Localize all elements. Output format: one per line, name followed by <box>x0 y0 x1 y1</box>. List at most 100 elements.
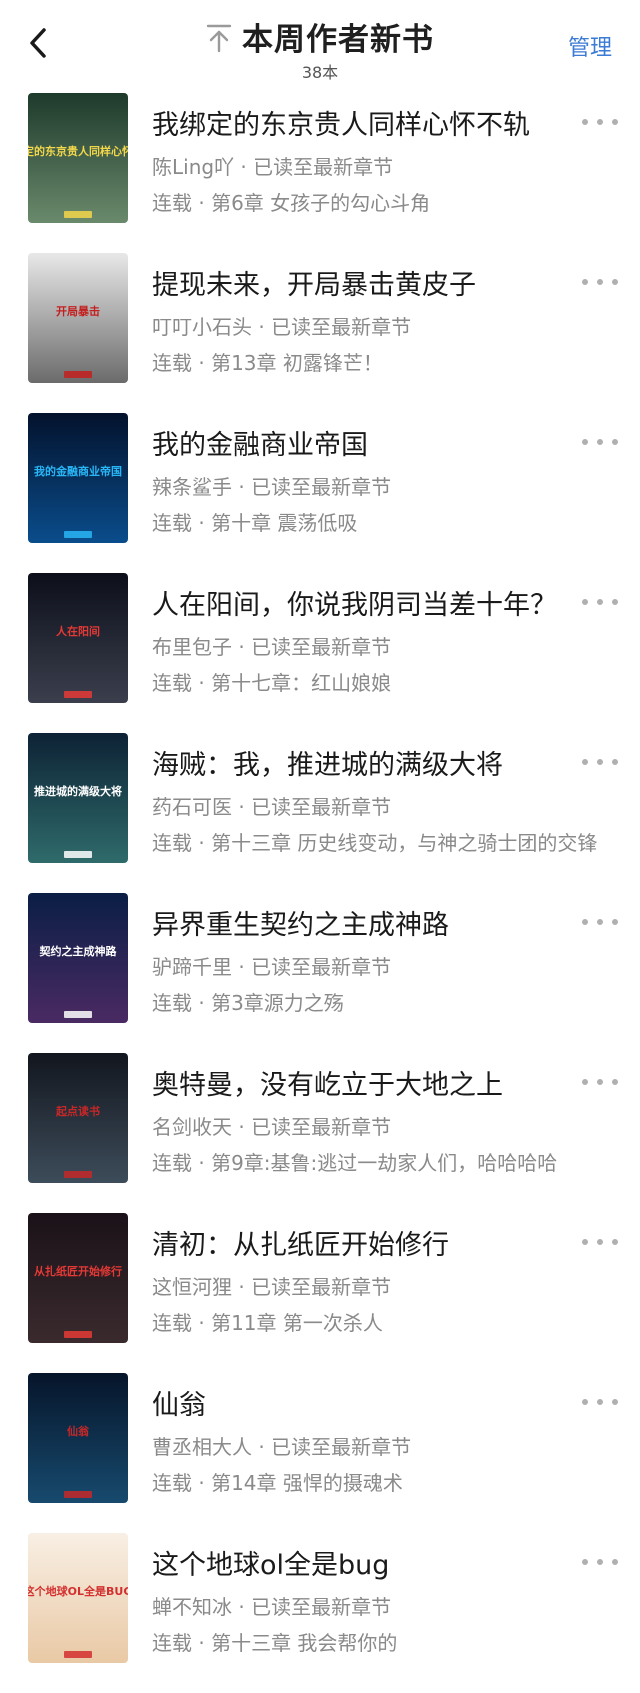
book-title[interactable]: 提现未来，开局暴击黄皮子 <box>152 263 562 302</box>
book-latest-chapter: 连载 · 第十三章 历史线变动，与神之骑士团的交锋 <box>152 827 610 856</box>
dot <box>612 919 618 925</box>
book-cover[interactable]: 我绑定的东京贵人同样心怀不轨 <box>28 93 128 223</box>
more-horizontal-icon[interactable] <box>582 595 618 609</box>
book-meta: 辣条鲨手 · 已读至最新章节 <box>152 471 582 500</box>
book-list-item[interactable]: 我绑定的东京贵人同样心怀不轨 我绑定的东京贵人同样心怀不轨 陈Ling吖 · 已… <box>0 93 640 253</box>
book-meta: 叮叮小石头 · 已读至最新章节 <box>152 311 582 340</box>
more-horizontal-icon[interactable] <box>582 1235 618 1249</box>
book-cover-image: 起点读书 <box>28 1053 128 1183</box>
dot <box>597 1239 603 1245</box>
read-progress: 已读至最新章节 <box>251 1115 392 1139</box>
arrow-up-to-line-icon[interactable] <box>206 20 232 54</box>
book-list-item[interactable]: 这个地球OL全是BUG 这个地球ol全是bug 蝉不知冰 · 已读至最新章节 连… <box>0 1533 640 1693</box>
book-cover[interactable]: 开局暴击 <box>28 253 128 383</box>
book-title[interactable]: 这个地球ol全是bug <box>152 1543 562 1582</box>
book-title[interactable]: 海贼：我，推进城的满级大将 <box>152 743 562 782</box>
more-horizontal-icon[interactable] <box>582 275 618 289</box>
serial-status: 连载 <box>152 351 192 375</box>
book-list-item[interactable]: 开局暴击 提现未来，开局暴击黄皮子 叮叮小石头 · 已读至最新章节 连载 · 第… <box>0 253 640 413</box>
chapter-title: 第13章 初露锋芒！ <box>211 351 383 375</box>
more-horizontal-icon[interactable] <box>582 115 618 129</box>
book-author: 蝉不知冰 <box>152 1595 232 1619</box>
book-cover[interactable]: 我的金融商业帝国 <box>28 413 128 543</box>
dot <box>597 279 603 285</box>
book-meta: 布里包子 · 已读至最新章节 <box>152 631 582 660</box>
dot <box>612 1399 618 1405</box>
book-title[interactable]: 我绑定的东京贵人同样心怀不轨 <box>152 103 562 142</box>
book-latest-chapter: 连载 · 第11章 第一次杀人 <box>152 1307 610 1336</box>
book-list-item[interactable]: 起点读书 奥特曼，没有屹立于大地之上 名剑收天 · 已读至最新章节 连载 · 第… <box>0 1053 640 1213</box>
book-title[interactable]: 我的金融商业帝国 <box>152 423 562 462</box>
book-cover-image: 从扎纸匠开始修行 <box>28 1213 128 1343</box>
book-list-item[interactable]: 推进城的满级大将 海贼：我，推进城的满级大将 药石可医 · 已读至最新章节 连载… <box>0 733 640 893</box>
manage-button[interactable]: 管理 <box>568 30 612 62</box>
separator: · <box>192 191 212 215</box>
read-progress: 已读至最新章节 <box>271 1435 412 1459</box>
book-list: 我绑定的东京贵人同样心怀不轨 我绑定的东京贵人同样心怀不轨 陈Ling吖 · 已… <box>0 93 640 1693</box>
book-cover-image: 推进城的满级大将 <box>28 733 128 863</box>
book-author: 布里包子 <box>152 635 232 659</box>
book-list-item[interactable]: 契约之主成神路 异界重生契约之主成神路 驴蹄千里 · 已读至最新章节 连载 · … <box>0 893 640 1053</box>
top-bar: 本周作者新书 38本 管理 <box>0 0 640 86</box>
book-latest-chapter: 连载 · 第6章 女孩子的勾心斗角 <box>152 187 610 216</box>
book-title[interactable]: 仙翁 <box>152 1383 562 1422</box>
more-horizontal-icon[interactable] <box>582 1075 618 1089</box>
title-block: 本周作者新书 38本 <box>0 14 640 83</box>
book-author: 曹丞相大人 <box>152 1435 252 1459</box>
more-horizontal-icon[interactable] <box>582 1555 618 1569</box>
more-horizontal-icon[interactable] <box>582 755 618 769</box>
more-horizontal-icon[interactable] <box>582 1395 618 1409</box>
serial-status: 连载 <box>152 1631 192 1655</box>
serial-status: 连载 <box>152 991 192 1015</box>
separator: · <box>252 1435 272 1459</box>
more-horizontal-icon[interactable] <box>582 915 618 929</box>
chapter-title: 第9章:基鲁:逃过一劫家人们，哈哈哈哈 <box>211 1151 558 1175</box>
cover-title-text: 仙翁 <box>67 1424 90 1438</box>
dot <box>582 119 588 125</box>
serial-status: 连载 <box>152 191 192 215</box>
separator: · <box>232 475 252 499</box>
book-title[interactable]: 异界重生契约之主成神路 <box>152 903 562 942</box>
separator: · <box>252 315 272 339</box>
book-title[interactable]: 奥特曼，没有屹立于大地之上 <box>152 1063 562 1102</box>
chapter-title: 第十三章 我会帮你的 <box>211 1631 398 1655</box>
book-cover[interactable]: 契约之主成神路 <box>28 893 128 1023</box>
book-title[interactable]: 清初：从扎纸匠开始修行 <box>152 1223 562 1262</box>
book-cover[interactable]: 人在阳间 <box>28 573 128 703</box>
dot <box>597 439 603 445</box>
book-cover[interactable]: 从扎纸匠开始修行 <box>28 1213 128 1343</box>
book-author: 陈Ling吖 <box>152 155 235 179</box>
book-latest-chapter: 连载 · 第十三章 我会帮你的 <box>152 1627 610 1656</box>
book-cover-image: 我的金融商业帝国 <box>28 413 128 543</box>
book-meta: 这恒河狸 · 已读至最新章节 <box>152 1271 582 1300</box>
book-cover-image: 契约之主成神路 <box>28 893 128 1023</box>
book-meta: 名剑收天 · 已读至最新章节 <box>152 1111 582 1140</box>
more-horizontal-icon[interactable] <box>582 435 618 449</box>
book-list-item[interactable]: 从扎纸匠开始修行 清初：从扎纸匠开始修行 这恒河狸 · 已读至最新章节 连载 ·… <box>0 1213 640 1373</box>
book-cover[interactable]: 仙翁 <box>28 1373 128 1503</box>
book-cover-image: 人在阳间 <box>28 573 128 703</box>
book-cover[interactable]: 这个地球OL全是BUG <box>28 1533 128 1663</box>
book-list-item[interactable]: 人在阳间 人在阳间，你说我阴司当差十年？ 布里包子 · 已读至最新章节 连载 ·… <box>0 573 640 733</box>
cover-title-text: 起点读书 <box>55 1104 100 1118</box>
cover-title-text: 这个地球OL全是BUG <box>28 1584 128 1598</box>
book-title[interactable]: 人在阳间，你说我阴司当差十年？ <box>152 583 562 622</box>
separator: · <box>232 795 252 819</box>
chapter-title: 第十章 震荡低吸 <box>211 511 358 535</box>
dot <box>612 119 618 125</box>
book-cover[interactable]: 推进城的满级大将 <box>28 733 128 863</box>
book-list-item[interactable]: 仙翁 仙翁 曹丞相大人 · 已读至最新章节 连载 · 第14章 强悍的摄魂术 <box>0 1373 640 1533</box>
serial-status: 连载 <box>152 671 192 695</box>
dot <box>597 599 603 605</box>
dot <box>582 439 588 445</box>
dot <box>597 119 603 125</box>
book-cover[interactable]: 起点读书 <box>28 1053 128 1183</box>
read-progress: 已读至最新章节 <box>251 475 392 499</box>
read-progress: 已读至最新章节 <box>253 155 394 179</box>
dot <box>612 279 618 285</box>
separator: · <box>232 1595 252 1619</box>
book-list-item[interactable]: 我的金融商业帝国 我的金融商业帝国 辣条鲨手 · 已读至最新章节 连载 · 第十… <box>0 413 640 573</box>
dot <box>612 1559 618 1565</box>
cover-title-text: 我绑定的东京贵人同样心怀不轨 <box>28 144 128 158</box>
read-progress: 已读至最新章节 <box>251 1275 392 1299</box>
